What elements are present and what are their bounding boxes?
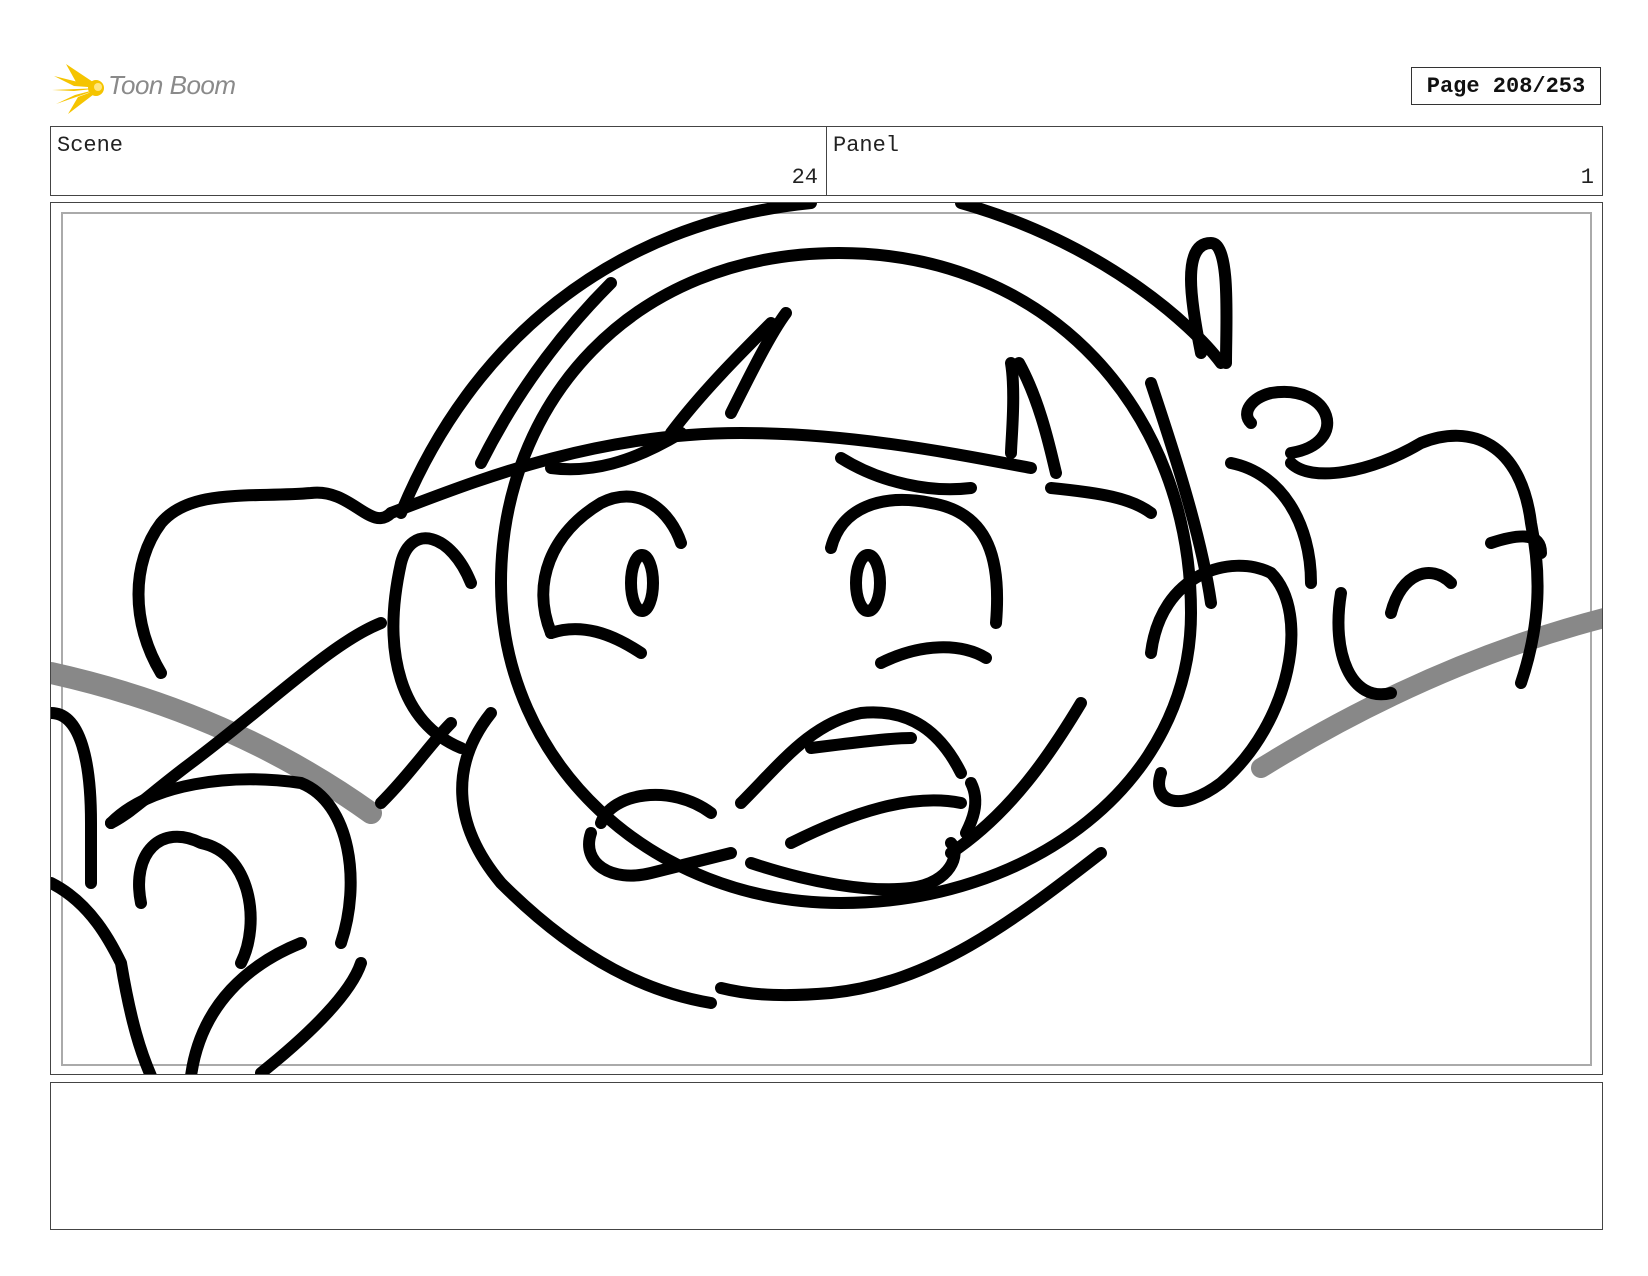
toon-boom-logo: Toon Boom [52, 60, 262, 116]
storyboard-panel [50, 202, 1603, 1075]
starburst-logo-icon [52, 64, 104, 114]
brand-name: Toon Boom [108, 70, 236, 100]
page-indicator: Page 208/253 [1411, 67, 1601, 105]
scene-number: 24 [791, 165, 818, 190]
scene-label: Scene [57, 133, 124, 158]
panel-number: 1 [1580, 165, 1594, 190]
panel-label: Panel [833, 133, 900, 158]
panel-cell: Panel 1 [827, 127, 1602, 195]
scene-cell: Scene 24 [51, 127, 827, 195]
scene-panel-header: Scene 24 Panel 1 [50, 126, 1603, 196]
storyboard-sketch-drawing [51, 203, 1602, 1074]
panel-notes [50, 1082, 1603, 1230]
